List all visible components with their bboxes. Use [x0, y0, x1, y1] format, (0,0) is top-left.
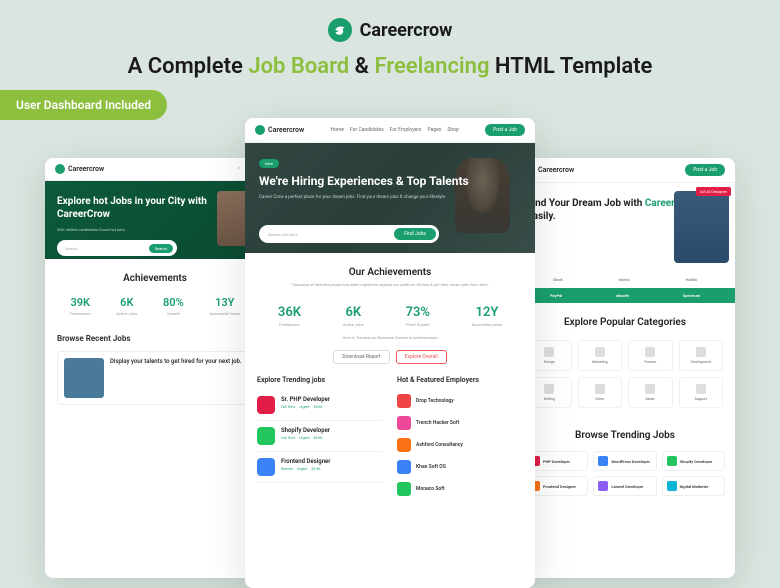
employers-title: Hot & Featured Employers — [397, 376, 523, 384]
category-item[interactable]: Music — [628, 377, 673, 408]
categories-title: Explore Popular Categories — [515, 317, 735, 328]
tagline-accent2: Freelancing — [374, 54, 489, 79]
trending-jobs-col: Explore Trending jobs Sr. PHP DeveloperF… — [257, 376, 383, 500]
trend-item[interactable]: WordPress Developer — [593, 451, 656, 471]
employer-item[interactable]: Drop Technology — [397, 390, 523, 412]
nav-bar: Careercrow Post a Job — [515, 158, 735, 183]
hero-person-image — [674, 191, 729, 263]
hero-section: Explore hot Jobs in your City with Caree… — [45, 181, 265, 259]
job-icon — [257, 427, 275, 445]
designer-badge: UI/UX Designer — [696, 187, 731, 196]
search-button[interactable]: Search — [149, 244, 173, 253]
tagline-pre: A Complete — [128, 54, 249, 79]
job-item[interactable]: Sr. PHP DeveloperFull TimeUrgent$5-6K — [257, 390, 383, 421]
tagline-amp: & — [349, 54, 374, 79]
two-column: Explore Trending jobs Sr. PHP DeveloperF… — [245, 376, 535, 500]
employer-item[interactable]: Khan Soft OS — [397, 456, 523, 478]
download-report-button[interactable]: Download Report — [333, 350, 389, 364]
brand-logo: Careercrow — [0, 0, 780, 42]
trend-item[interactable]: Shopify Developer — [662, 451, 725, 471]
nav-logo: Careercrow — [538, 166, 574, 174]
recent-jobs: Browse Recent Jobs Display your talents … — [45, 324, 265, 421]
hero-title: We're Hiring Experiences & Top Talents — [259, 174, 521, 190]
recent-text: Display your talents to get hired for yo… — [110, 358, 242, 398]
trending-grid: PHP Developer WordPress Developer Shopif… — [515, 445, 735, 502]
trending-title: Explore Trending jobs — [257, 376, 383, 384]
category-item[interactable]: Marketing — [578, 340, 623, 371]
category-item[interactable]: Finance — [628, 340, 673, 371]
category-item[interactable]: Support — [679, 377, 724, 408]
preview-center: Careercrow Home For Candidates For Emplo… — [245, 118, 535, 588]
search-bar[interactable]: Search... Search — [57, 240, 177, 256]
employer-item[interactable]: Ashford Consultancy — [397, 434, 523, 456]
job-item[interactable]: Shopify DeveloperFull TimeUrgent$4-5K — [257, 421, 383, 452]
recent-title: Browse Recent Jobs — [57, 334, 253, 343]
nav-logo: Careercrow — [68, 165, 104, 173]
employer-item[interactable]: Monaco Soft — [397, 478, 523, 500]
hero-sub: Career Crow a perfect place for your dre… — [259, 195, 521, 201]
hero-section: Find Your Dream Job with CareerCrow Easi… — [515, 183, 735, 271]
brand-name: Careercrow — [360, 20, 453, 41]
cta-row: Download Report Explore Overall — [245, 350, 535, 364]
stats-sub: Here is Tracked our Business Growth & Ac… — [245, 335, 535, 340]
trend-item[interactable]: Digital Marketer — [662, 476, 725, 496]
search-bar[interactable]: Search jobs here Find Jobs — [259, 225, 439, 243]
post-job-button[interactable]: Post a Job — [485, 124, 525, 136]
nav-logo: Careercrow — [268, 126, 304, 134]
preview-right: Careercrow Post a Job Find Your Dream Jo… — [515, 158, 735, 578]
job-item[interactable]: Frontend DesignerRemoteUrgent$3-4K — [257, 452, 383, 483]
employer-item[interactable]: Trench Hacker Soft — [397, 412, 523, 434]
recent-image — [64, 358, 104, 398]
nav-bar: Careercrow Home For Candidates For Emplo… — [245, 118, 535, 143]
new-pill: New — [259, 159, 279, 168]
preview-left: Careercrow ••• Explore hot Jobs in your … — [45, 158, 265, 578]
achievements-title: Our Achievements — [245, 267, 535, 278]
preview-cards: Careercrow ••• Explore hot Jobs in your … — [0, 118, 780, 520]
find-jobs-button[interactable]: Find Jobs — [394, 228, 436, 240]
brand-bar: PayPal shopify Spectrum — [515, 288, 735, 303]
stats-row: 36KFreelancers 6KActive Jobs 73%Proof Gr… — [245, 297, 535, 335]
dashboard-badge: User Dashboard Included — [0, 90, 167, 120]
category-item[interactable]: Development — [679, 340, 724, 371]
hero-section: New We're Hiring Experiences & Top Talen… — [245, 143, 535, 253]
search-input[interactable]: Search... — [61, 246, 149, 251]
employers-col: Hot & Featured Employers Drop Technology… — [397, 376, 523, 500]
nav-bar: Careercrow ••• — [45, 158, 265, 181]
categories-grid: Design Marketing Finance Development Wri… — [515, 332, 735, 416]
trend-item[interactable]: Laravel Developer — [593, 476, 656, 496]
crow-icon — [328, 18, 352, 42]
explore-overall-button[interactable]: Explore Overall — [396, 350, 447, 364]
nav-links: Home For Candidates For Employers Pages … — [331, 127, 459, 133]
trending-title: Browse Trending Jobs — [515, 430, 735, 441]
achievements-sub: Thousand of talented people has been reg… — [245, 282, 535, 287]
post-job-button[interactable]: Post a Job — [685, 164, 725, 176]
brand-row: Slack talenx Hublix — [515, 271, 735, 288]
job-icon — [257, 396, 275, 414]
category-item[interactable]: Video — [578, 377, 623, 408]
tagline: A Complete Job Board & Freelancing HTML … — [0, 54, 780, 79]
stats-row: 39KFreelancers 6KActive Jobs 80%Growth 1… — [45, 288, 265, 324]
achievements-title: Achievements — [45, 273, 265, 284]
recent-item[interactable]: Display your talents to get hired for yo… — [57, 351, 253, 405]
tagline-post: HTML Template — [489, 54, 652, 79]
search-input[interactable]: Search jobs here — [262, 232, 394, 237]
job-icon — [257, 458, 275, 476]
tagline-accent1: Job Board — [248, 54, 349, 79]
